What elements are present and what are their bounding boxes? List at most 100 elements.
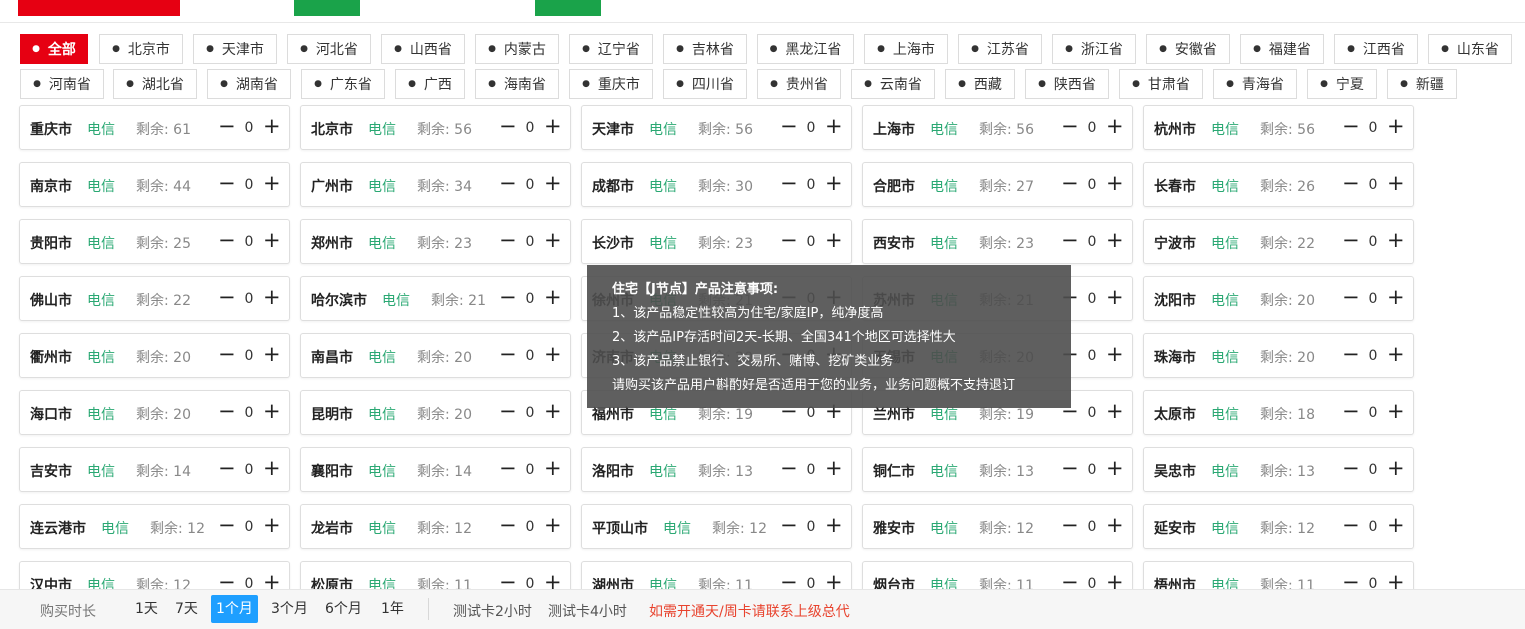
plus-icon[interactable]: + xyxy=(544,229,562,251)
plus-icon[interactable]: + xyxy=(544,343,562,365)
plus-icon[interactable]: + xyxy=(544,400,562,422)
plus-icon[interactable]: + xyxy=(825,514,843,536)
plus-icon[interactable]: + xyxy=(1106,229,1124,251)
province-tab[interactable]: ● 西藏 xyxy=(945,69,1015,99)
plus-icon[interactable]: + xyxy=(544,514,562,536)
minus-icon[interactable]: − xyxy=(780,457,798,479)
plus-icon[interactable]: + xyxy=(1387,115,1405,137)
plus-icon[interactable]: + xyxy=(544,115,562,137)
province-tab[interactable]: ● 海南省 xyxy=(475,69,559,99)
province-tab[interactable]: ● 甘肃省 xyxy=(1119,69,1203,99)
quantity-value[interactable]: 0 xyxy=(242,120,256,136)
duration-1-month[interactable]: 1个月 xyxy=(211,595,258,623)
quantity-value[interactable]: 0 xyxy=(1085,120,1099,136)
quantity-value[interactable]: 0 xyxy=(1085,234,1099,250)
province-tab[interactable]: ● 河南省 xyxy=(20,69,104,99)
province-tab[interactable]: ● 山东省 xyxy=(1428,34,1512,64)
quantity-value[interactable]: 0 xyxy=(1085,177,1099,193)
plus-icon[interactable]: + xyxy=(263,400,281,422)
quantity-value[interactable]: 0 xyxy=(523,348,537,364)
duration-3-months[interactable]: 3个月 xyxy=(266,595,313,623)
province-tab[interactable]: ● 上海市 xyxy=(864,34,948,64)
province-tab[interactable]: ● 四川省 xyxy=(663,69,747,99)
province-tab[interactable]: ● 新疆 xyxy=(1387,69,1457,99)
duration-6-months[interactable]: 6个月 xyxy=(320,595,367,623)
province-tab[interactable]: ● 天津市 xyxy=(193,34,277,64)
minus-icon[interactable]: − xyxy=(1061,229,1079,251)
quantity-value[interactable]: 0 xyxy=(1085,291,1099,307)
minus-icon[interactable]: − xyxy=(1061,115,1079,137)
minus-icon[interactable]: − xyxy=(218,400,236,422)
minus-icon[interactable]: − xyxy=(1342,514,1360,536)
quantity-value[interactable]: 0 xyxy=(242,291,256,307)
minus-icon[interactable]: − xyxy=(1342,400,1360,422)
province-tab[interactable]: ● 河北省 xyxy=(287,34,371,64)
province-tab[interactable]: ● 吉林省 xyxy=(663,34,747,64)
minus-icon[interactable]: − xyxy=(499,457,517,479)
province-tab[interactable]: ● 辽宁省 xyxy=(569,34,653,64)
minus-icon[interactable]: − xyxy=(1342,286,1360,308)
minus-icon[interactable]: − xyxy=(218,115,236,137)
quantity-value[interactable]: 0 xyxy=(523,462,537,478)
plus-icon[interactable]: + xyxy=(544,172,562,194)
quantity-value[interactable]: 0 xyxy=(523,405,537,421)
quantity-value[interactable]: 0 xyxy=(242,462,256,478)
plus-icon[interactable]: + xyxy=(1106,172,1124,194)
minus-icon[interactable]: − xyxy=(499,514,517,536)
minus-icon[interactable]: − xyxy=(218,229,236,251)
province-tab[interactable]: ● 黑龙江省 xyxy=(757,34,854,64)
quantity-value[interactable]: 0 xyxy=(1085,348,1099,364)
plus-icon[interactable]: + xyxy=(263,514,281,536)
plus-icon[interactable]: + xyxy=(263,229,281,251)
province-tab[interactable]: ● 广西 xyxy=(395,69,465,99)
province-tab[interactable]: ● 宁夏 xyxy=(1307,69,1377,99)
province-tab[interactable]: ● 广东省 xyxy=(301,69,385,99)
minus-icon[interactable]: − xyxy=(1342,457,1360,479)
quantity-value[interactable]: 0 xyxy=(1366,348,1380,364)
quantity-value[interactable]: 0 xyxy=(804,462,818,478)
plus-icon[interactable]: + xyxy=(1387,172,1405,194)
quantity-value[interactable]: 0 xyxy=(1366,177,1380,193)
quantity-value[interactable]: 0 xyxy=(523,177,537,193)
plus-icon[interactable]: + xyxy=(263,457,281,479)
quantity-value[interactable]: 0 xyxy=(1085,462,1099,478)
province-tab[interactable]: ● 贵州省 xyxy=(757,69,841,99)
province-tab[interactable]: ● 湖北省 xyxy=(113,69,197,99)
quantity-value[interactable]: 0 xyxy=(1366,462,1380,478)
plus-icon[interactable]: + xyxy=(1106,400,1124,422)
quantity-value[interactable]: 0 xyxy=(804,120,818,136)
province-tab[interactable]: ● 内蒙古 xyxy=(475,34,559,64)
province-tab[interactable]: ● 山西省 xyxy=(381,34,465,64)
plus-icon[interactable]: + xyxy=(544,457,562,479)
trial-2h-button[interactable]: 测试卡2小时 xyxy=(453,601,532,621)
plus-icon[interactable]: + xyxy=(1387,343,1405,365)
minus-icon[interactable]: − xyxy=(780,115,798,137)
quantity-value[interactable]: 0 xyxy=(1366,291,1380,307)
plus-icon[interactable]: + xyxy=(1387,514,1405,536)
province-tab[interactable]: ● 重庆市 xyxy=(569,69,653,99)
province-tab[interactable]: ● 安徽省 xyxy=(1146,34,1230,64)
minus-icon[interactable]: − xyxy=(499,172,517,194)
plus-icon[interactable]: + xyxy=(1387,400,1405,422)
minus-icon[interactable]: − xyxy=(499,286,517,308)
plus-icon[interactable]: + xyxy=(825,457,843,479)
filter-all-button-2[interactable] xyxy=(535,0,601,16)
filter-all-button[interactable] xyxy=(294,0,360,16)
minus-icon[interactable]: − xyxy=(1061,457,1079,479)
quantity-value[interactable]: 0 xyxy=(1366,519,1380,535)
province-tab[interactable]: ● 江西省 xyxy=(1334,34,1418,64)
minus-icon[interactable]: − xyxy=(1342,115,1360,137)
plus-icon[interactable]: + xyxy=(1106,286,1124,308)
minus-icon[interactable]: − xyxy=(218,514,236,536)
quantity-value[interactable]: 0 xyxy=(523,120,537,136)
quantity-value[interactable]: 0 xyxy=(1366,405,1380,421)
minus-icon[interactable]: − xyxy=(499,115,517,137)
plus-icon[interactable]: + xyxy=(825,115,843,137)
province-tab[interactable]: ● 云南省 xyxy=(851,69,935,99)
quantity-value[interactable]: 0 xyxy=(804,234,818,250)
plus-icon[interactable]: + xyxy=(1387,457,1405,479)
quantity-value[interactable]: 0 xyxy=(242,405,256,421)
product-title-block[interactable] xyxy=(18,0,180,16)
quantity-value[interactable]: 0 xyxy=(1366,234,1380,250)
plus-icon[interactable]: + xyxy=(825,229,843,251)
